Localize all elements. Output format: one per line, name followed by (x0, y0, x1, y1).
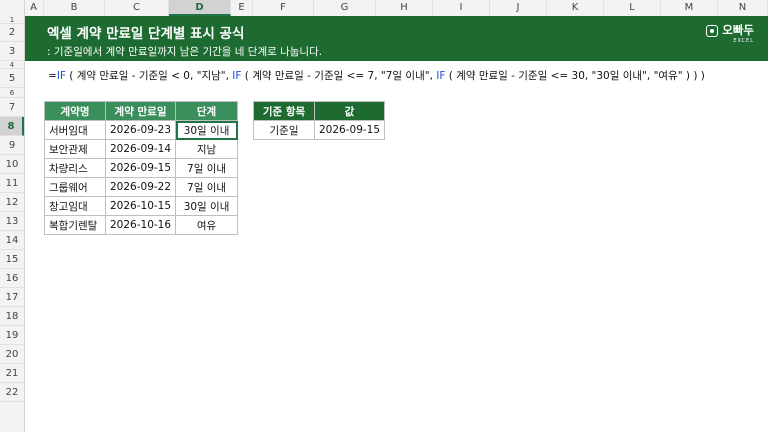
cell-contract-name[interactable]: 보안관제 (44, 139, 106, 159)
page-title: 엑셀 계약 만료일 단계별 표시 공식 (47, 26, 245, 42)
row-header-21[interactable]: 21 (0, 364, 24, 383)
cell-stage[interactable]: 30일 이내 (175, 196, 239, 216)
cell-stage[interactable]: 여유 (175, 215, 239, 235)
column-header-E[interactable]: E (231, 0, 253, 16)
formula-text[interactable]: =IF ( 계약 만료일 - 기준일 < 0, "지남", IF ( 계약 만료… (48, 68, 705, 83)
row-header-2[interactable]: 2 (0, 24, 24, 42)
column-header-B[interactable]: B (44, 0, 105, 16)
cell-contract-name[interactable]: 서버임대 (44, 120, 106, 140)
cell-expiry-date[interactable]: 2026-09-14 (104, 139, 177, 159)
row-header-13[interactable]: 13 (0, 212, 24, 231)
logo-icon (706, 25, 719, 37)
header-criteria-item[interactable]: 기준 항목 (253, 101, 315, 121)
column-header-A[interactable]: A (24, 0, 44, 16)
row-header-11[interactable]: 11 (0, 174, 24, 193)
row-header-18[interactable]: 18 (0, 307, 24, 326)
cell-stage-active[interactable]: 30일 이내 (175, 120, 239, 140)
cell-stage[interactable]: 7일 이내 (175, 177, 239, 197)
header-criteria-value[interactable]: 값 (313, 101, 386, 121)
contract-table: 계약명 계약 만료일 단계 서버임대 2026-09-23 30일 이내 보안관… (44, 101, 239, 235)
column-header-G[interactable]: G (314, 0, 376, 16)
cell-stage[interactable]: 지남 (175, 139, 239, 159)
column-header-I[interactable]: I (433, 0, 490, 16)
column-header-bar: A B C D E F G H I J K L M N (0, 0, 768, 17)
header-expiry-date[interactable]: 계약 만료일 (104, 101, 177, 121)
header-stage[interactable]: 단계 (175, 101, 239, 121)
brand-logo: 오빠두 EXCEL (706, 22, 754, 44)
logo-text: 오빠두 (722, 23, 754, 37)
row-header-4[interactable]: 4 (0, 61, 24, 69)
row-header-6[interactable]: 6 (0, 88, 24, 98)
row-header-20[interactable]: 20 (0, 345, 24, 364)
row-header-3[interactable]: 3 (0, 42, 24, 61)
table-row: 보안관제 2026-09-14 지남 (44, 139, 239, 159)
row-header-17[interactable]: 17 (0, 288, 24, 307)
formula-segment: ( 계약 만료일 - 기준일 <= 30, "30일 이내", "여유" ) )… (445, 70, 705, 82)
cell-stage[interactable]: 7일 이내 (175, 158, 239, 178)
table-row: 차량리스 2026-09-15 7일 이내 (44, 158, 239, 178)
column-header-F[interactable]: F (253, 0, 314, 16)
column-header-K[interactable]: K (547, 0, 604, 16)
row-header-12[interactable]: 12 (0, 193, 24, 212)
table-row: 복합기렌탈 2026-10-16 여유 (44, 215, 239, 235)
cell-contract-name[interactable]: 창고임대 (44, 196, 106, 216)
cell-expiry-date[interactable]: 2026-10-15 (104, 196, 177, 216)
table-row: 그룹웨어 2026-09-22 7일 이내 (44, 177, 239, 197)
row-header-16[interactable]: 16 (0, 269, 24, 288)
cell-contract-name[interactable]: 그룹웨어 (44, 177, 106, 197)
cell-contract-name[interactable]: 차량리스 (44, 158, 106, 178)
header-contract-name[interactable]: 계약명 (44, 101, 106, 121)
row-header-9[interactable]: 9 (0, 136, 24, 155)
column-header-N[interactable]: N (718, 0, 768, 16)
cell-expiry-date[interactable]: 2026-09-22 (104, 177, 177, 197)
page-subtitle: : 기준일에서 계약 만료일까지 남은 기간을 네 단계로 나눕니다. (47, 46, 323, 58)
cell-expiry-date[interactable]: 2026-09-15 (104, 158, 177, 178)
table-row: 창고임대 2026-10-15 30일 이내 (44, 196, 239, 216)
table-row: 서버임대 2026-09-23 30일 이내 (44, 120, 239, 140)
cell-expiry-date[interactable]: 2026-09-23 (104, 120, 177, 140)
row-header-10[interactable]: 10 (0, 155, 24, 174)
row-header-22[interactable]: 22 (0, 383, 24, 402)
formula-segment: ( 계약 만료일 - 기준일 < 0, "지남", (65, 70, 233, 82)
select-all-corner[interactable] (0, 0, 25, 16)
row-header-14[interactable]: 14 (0, 231, 24, 250)
row-header-15[interactable]: 15 (0, 250, 24, 269)
row-header-bar: 1 2 3 4 5 6 7 8 9 10 11 12 13 14 15 16 1… (0, 16, 25, 432)
column-header-C[interactable]: C (105, 0, 169, 16)
column-header-M[interactable]: M (661, 0, 718, 16)
row-header-19[interactable]: 19 (0, 326, 24, 345)
column-header-D[interactable]: D (169, 0, 231, 16)
row-header-5[interactable]: 5 (0, 69, 24, 88)
cell-criteria-item[interactable]: 기준일 (253, 120, 315, 140)
row-header-7[interactable]: 7 (0, 98, 24, 117)
column-header-J[interactable]: J (490, 0, 547, 16)
column-header-L[interactable]: L (604, 0, 661, 16)
logo-subtext: EXCEL (733, 38, 754, 44)
table-row: 기준일 2026-09-15 (253, 120, 386, 140)
cell-contract-name[interactable]: 복합기렌탈 (44, 215, 106, 235)
title-banner: 엑셀 계약 만료일 단계별 표시 공식 : 기준일에서 계약 만료일까지 남은 … (25, 16, 768, 61)
cell-reference-date[interactable]: 2026-09-15 (313, 120, 386, 140)
formula-function: IF (56, 70, 66, 82)
formula-segment: ( 계약 만료일 - 기준일 <= 7, "7일 이내", (241, 70, 437, 82)
cell-expiry-date[interactable]: 2026-10-16 (104, 215, 177, 235)
row-header-8[interactable]: 8 (0, 117, 24, 136)
column-header-H[interactable]: H (376, 0, 433, 16)
row-header-1[interactable]: 1 (0, 16, 24, 24)
formula-equals: = (48, 70, 57, 82)
criteria-table: 기준 항목 값 기준일 2026-09-15 (253, 101, 386, 140)
